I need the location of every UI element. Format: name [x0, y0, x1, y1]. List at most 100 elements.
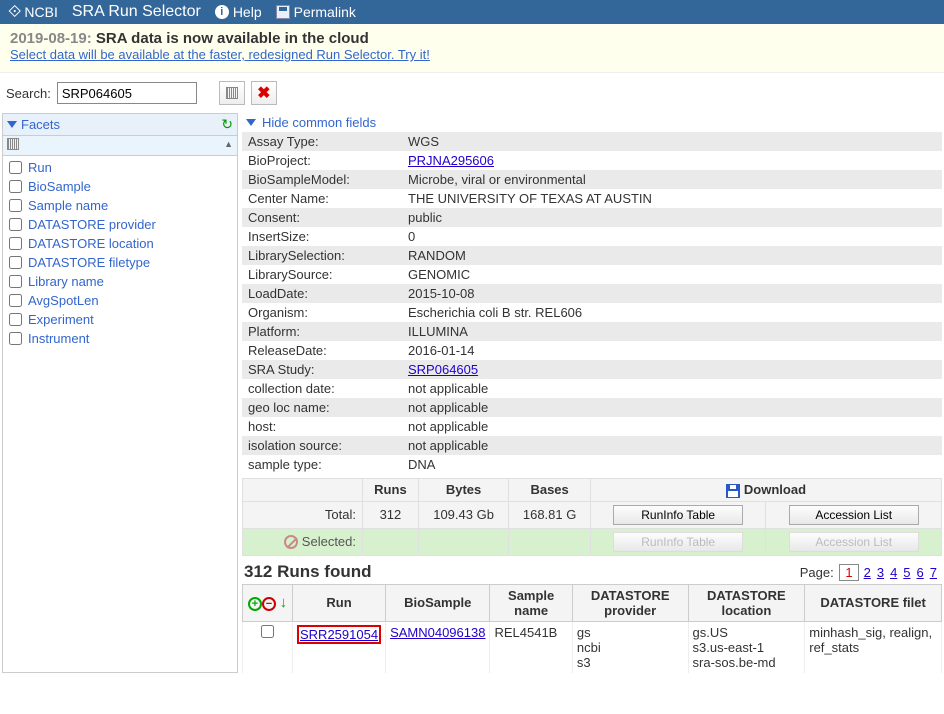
refresh-icon[interactable]: ↻: [221, 116, 233, 133]
facet-item[interactable]: Library name: [3, 272, 237, 291]
facets-sidebar: Facets ↻ Run BioSample Sample name DATASTOR…: [2, 113, 238, 673]
column-config-button[interactable]: [219, 81, 245, 105]
facet-checkbox[interactable]: [9, 332, 22, 345]
facets-header[interactable]: Facets ↻: [3, 114, 237, 136]
facet-checkbox[interactable]: [9, 313, 22, 326]
field-value: ILLUMINA: [402, 322, 942, 341]
field-value: WGS: [402, 132, 942, 151]
field-value: not applicable: [402, 379, 942, 398]
page-link[interactable]: 3: [877, 565, 884, 580]
config-icon: [226, 87, 238, 99]
page-label: Page:: [800, 565, 834, 580]
total-label: Total:: [243, 501, 363, 528]
summary-col-download: Download: [590, 479, 941, 502]
disk-icon: [276, 5, 290, 19]
col-datastore-filetype[interactable]: DATASTORE filet: [805, 584, 942, 621]
help-link[interactable]: iHelp: [215, 4, 262, 20]
col-sample-name[interactable]: Sample name: [490, 584, 572, 621]
col-datastore-provider[interactable]: DATASTORE provider: [572, 584, 688, 621]
facet-checkbox[interactable]: [9, 237, 22, 250]
page-link[interactable]: 2: [864, 565, 871, 580]
facet-item[interactable]: Experiment: [3, 310, 237, 329]
page-link[interactable]: 6: [917, 565, 924, 580]
banner-link[interactable]: Select data will be available at the fas…: [10, 47, 430, 62]
deselect-all-icon[interactable]: −: [262, 597, 276, 611]
field-key: LibrarySource:: [242, 265, 402, 284]
facet-item[interactable]: DATASTORE provider: [3, 215, 237, 234]
provider-cell: gs ncbi s3: [572, 621, 688, 673]
selected-label: Selected:: [302, 534, 356, 549]
field-key: isolation source:: [242, 436, 402, 455]
collapse-icon: [7, 121, 17, 128]
facet-item[interactable]: AvgSpotLen: [3, 291, 237, 310]
facet-checkbox[interactable]: [9, 199, 22, 212]
summary-col-bases: Bases: [509, 479, 591, 502]
top-bar: ⟐NCBI SRA Run Selector iHelp Permalink: [0, 0, 944, 24]
facet-label: BioSample: [28, 179, 91, 194]
field-value: Escherichia coli B str. REL606: [402, 303, 942, 322]
select-all-icon[interactable]: +: [248, 597, 262, 611]
accession-list-button[interactable]: Accession List: [789, 505, 919, 525]
field-key: sample type:: [242, 455, 402, 474]
field-key: Consent:: [242, 208, 402, 227]
col-biosample[interactable]: BioSample: [386, 584, 490, 621]
facet-label: Instrument: [28, 331, 89, 346]
select-column-header[interactable]: +− ↓: [243, 584, 293, 621]
filter-icon: [7, 138, 19, 150]
facet-label: Library name: [28, 274, 104, 289]
field-key: BioSampleModel:: [242, 170, 402, 189]
facet-filter-row[interactable]: [3, 136, 237, 156]
facet-label: DATASTORE location: [28, 236, 154, 251]
biosample-link[interactable]: SAMN04096138: [390, 625, 485, 640]
field-value: not applicable: [402, 436, 942, 455]
runinfo-table-button-disabled: RunInfo Table: [613, 532, 743, 552]
facet-item[interactable]: Run: [3, 158, 237, 177]
field-key: geo loc name:: [242, 398, 402, 417]
facet-label: DATASTORE provider: [28, 217, 156, 232]
filetype-cell: minhash_sig, realign, ref_stats: [805, 621, 942, 673]
summary-col-runs: Runs: [363, 479, 419, 502]
sample-name-cell: REL4541B: [490, 621, 572, 673]
pager: Page: 1234567: [800, 565, 940, 580]
facet-checkbox[interactable]: [9, 180, 22, 193]
summary-col-bytes: Bytes: [418, 479, 508, 502]
ncbi-logo: ⟐NCBI: [8, 2, 58, 22]
field-key: LoadDate:: [242, 284, 402, 303]
banner-date: 2019-08-19:: [10, 30, 92, 47]
facet-checkbox[interactable]: [9, 161, 22, 174]
facet-item[interactable]: BioSample: [3, 177, 237, 196]
field-key: LibrarySelection:: [242, 246, 402, 265]
facet-item[interactable]: DATASTORE location: [3, 234, 237, 253]
facet-checkbox[interactable]: [9, 256, 22, 269]
col-run[interactable]: Run: [293, 584, 386, 621]
facet-checkbox[interactable]: [9, 275, 22, 288]
hide-common-fields-toggle[interactable]: Hide common fields: [242, 113, 942, 132]
runinfo-table-button[interactable]: RunInfo Table: [613, 505, 743, 525]
facet-item[interactable]: Instrument: [3, 329, 237, 348]
facet-checkbox[interactable]: [9, 294, 22, 307]
page-link[interactable]: 5: [903, 565, 910, 580]
permalink-link[interactable]: Permalink: [276, 4, 356, 20]
field-value: 2015-10-08: [402, 284, 942, 303]
field-key: host:: [242, 417, 402, 436]
sort-icon[interactable]: ↓: [280, 594, 288, 611]
search-input[interactable]: [57, 82, 197, 104]
clear-button[interactable]: ✖: [251, 81, 277, 105]
facet-label: Run: [28, 160, 52, 175]
facet-item[interactable]: DATASTORE filetype: [3, 253, 237, 272]
facet-item[interactable]: Sample name: [3, 196, 237, 215]
page-link[interactable]: 4: [890, 565, 897, 580]
facet-label: AvgSpotLen: [28, 293, 99, 308]
field-key: BioProject:: [242, 151, 402, 170]
facet-checkbox[interactable]: [9, 218, 22, 231]
run-link[interactable]: SRR2591054: [300, 627, 378, 642]
col-datastore-location[interactable]: DATASTORE location: [688, 584, 805, 621]
row-checkbox[interactable]: [261, 625, 274, 638]
field-value: not applicable: [402, 398, 942, 417]
accession-list-button-disabled: Accession List: [789, 532, 919, 552]
field-key: collection date:: [242, 379, 402, 398]
field-key: Organism:: [242, 303, 402, 322]
field-value: public: [402, 208, 942, 227]
field-value: 2016-01-14: [402, 341, 942, 360]
page-link[interactable]: 7: [930, 565, 937, 580]
